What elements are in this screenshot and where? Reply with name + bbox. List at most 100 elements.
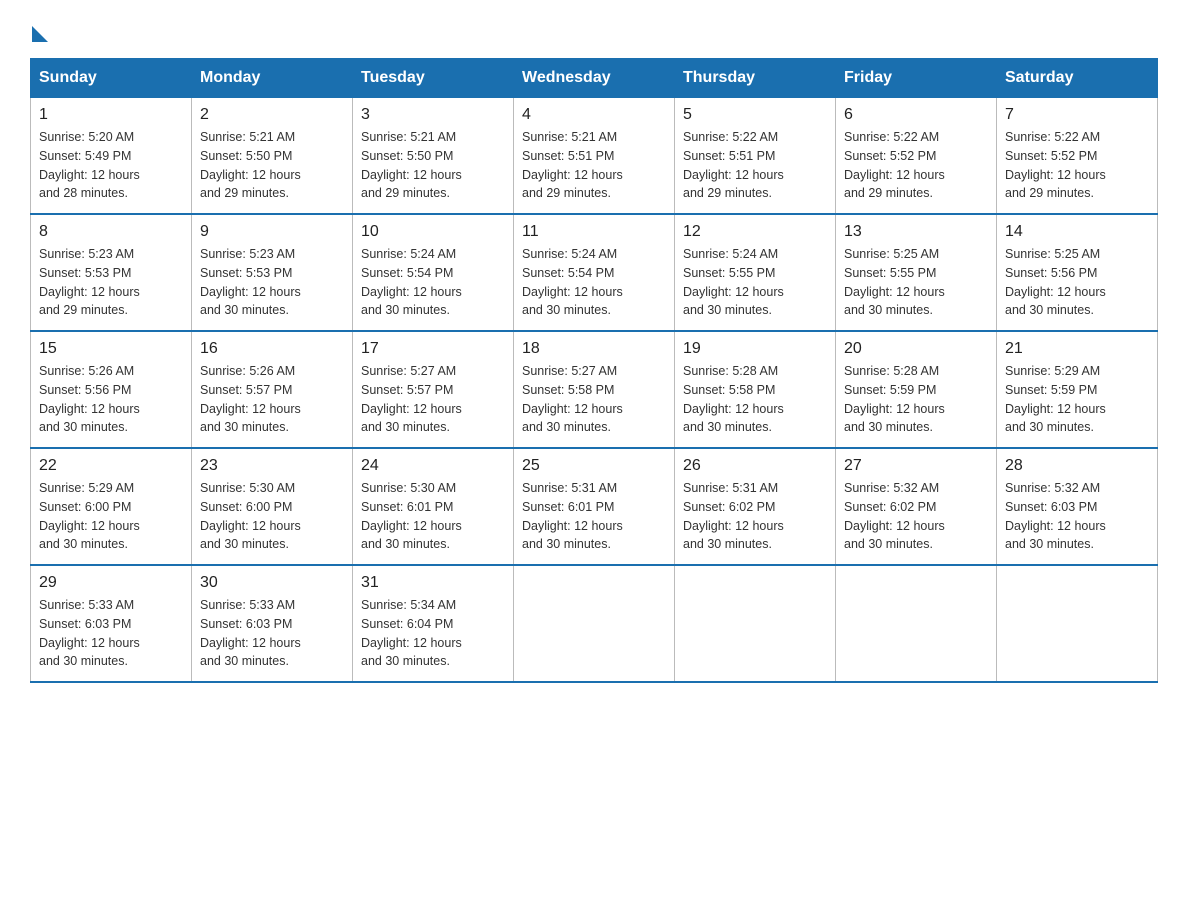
calendar-cell: 28 Sunrise: 5:32 AM Sunset: 6:03 PM Dayl… (997, 448, 1158, 565)
weekday-header-friday: Friday (836, 59, 997, 98)
day-number: 19 (683, 340, 827, 358)
day-info: Sunrise: 5:25 AM Sunset: 5:56 PM Dayligh… (1005, 245, 1149, 320)
day-info: Sunrise: 5:31 AM Sunset: 6:01 PM Dayligh… (522, 479, 666, 554)
calendar-cell: 12 Sunrise: 5:24 AM Sunset: 5:55 PM Dayl… (675, 214, 836, 331)
day-info: Sunrise: 5:20 AM Sunset: 5:49 PM Dayligh… (39, 128, 183, 203)
calendar-cell: 16 Sunrise: 5:26 AM Sunset: 5:57 PM Dayl… (192, 331, 353, 448)
day-number: 27 (844, 457, 988, 475)
day-number: 3 (361, 106, 505, 124)
day-info: Sunrise: 5:24 AM Sunset: 5:54 PM Dayligh… (522, 245, 666, 320)
day-number: 28 (1005, 457, 1149, 475)
day-info: Sunrise: 5:27 AM Sunset: 5:58 PM Dayligh… (522, 362, 666, 437)
day-number: 16 (200, 340, 344, 358)
day-number: 26 (683, 457, 827, 475)
weekday-header-thursday: Thursday (675, 59, 836, 98)
day-number: 11 (522, 223, 666, 241)
page-header (30, 20, 1158, 38)
day-info: Sunrise: 5:27 AM Sunset: 5:57 PM Dayligh… (361, 362, 505, 437)
logo-triangle-icon (32, 26, 48, 42)
day-info: Sunrise: 5:30 AM Sunset: 6:01 PM Dayligh… (361, 479, 505, 554)
calendar-cell (836, 565, 997, 682)
day-info: Sunrise: 5:29 AM Sunset: 5:59 PM Dayligh… (1005, 362, 1149, 437)
day-number: 12 (683, 223, 827, 241)
day-number: 15 (39, 340, 183, 358)
calendar-cell: 27 Sunrise: 5:32 AM Sunset: 6:02 PM Dayl… (836, 448, 997, 565)
day-number: 25 (522, 457, 666, 475)
calendar-body: 1 Sunrise: 5:20 AM Sunset: 5:49 PM Dayli… (31, 98, 1158, 683)
calendar-cell: 26 Sunrise: 5:31 AM Sunset: 6:02 PM Dayl… (675, 448, 836, 565)
calendar-cell: 2 Sunrise: 5:21 AM Sunset: 5:50 PM Dayli… (192, 98, 353, 215)
day-number: 6 (844, 106, 988, 124)
calendar-cell: 31 Sunrise: 5:34 AM Sunset: 6:04 PM Dayl… (353, 565, 514, 682)
weekday-header-monday: Monday (192, 59, 353, 98)
calendar-cell (675, 565, 836, 682)
day-info: Sunrise: 5:32 AM Sunset: 6:02 PM Dayligh… (844, 479, 988, 554)
calendar-cell: 3 Sunrise: 5:21 AM Sunset: 5:50 PM Dayli… (353, 98, 514, 215)
calendar-week-row: 15 Sunrise: 5:26 AM Sunset: 5:56 PM Dayl… (31, 331, 1158, 448)
day-number: 31 (361, 574, 505, 592)
logo (30, 20, 48, 38)
calendar-cell: 4 Sunrise: 5:21 AM Sunset: 5:51 PM Dayli… (514, 98, 675, 215)
calendar-cell: 1 Sunrise: 5:20 AM Sunset: 5:49 PM Dayli… (31, 98, 192, 215)
calendar-cell (514, 565, 675, 682)
calendar-cell: 17 Sunrise: 5:27 AM Sunset: 5:57 PM Dayl… (353, 331, 514, 448)
day-info: Sunrise: 5:24 AM Sunset: 5:54 PM Dayligh… (361, 245, 505, 320)
day-info: Sunrise: 5:33 AM Sunset: 6:03 PM Dayligh… (200, 596, 344, 671)
day-info: Sunrise: 5:22 AM Sunset: 5:51 PM Dayligh… (683, 128, 827, 203)
weekday-header-tuesday: Tuesday (353, 59, 514, 98)
day-info: Sunrise: 5:29 AM Sunset: 6:00 PM Dayligh… (39, 479, 183, 554)
weekday-header-wednesday: Wednesday (514, 59, 675, 98)
day-number: 2 (200, 106, 344, 124)
calendar-table: SundayMondayTuesdayWednesdayThursdayFrid… (30, 58, 1158, 683)
day-number: 4 (522, 106, 666, 124)
calendar-cell: 8 Sunrise: 5:23 AM Sunset: 5:53 PM Dayli… (31, 214, 192, 331)
day-info: Sunrise: 5:30 AM Sunset: 6:00 PM Dayligh… (200, 479, 344, 554)
calendar-cell: 29 Sunrise: 5:33 AM Sunset: 6:03 PM Dayl… (31, 565, 192, 682)
day-number: 5 (683, 106, 827, 124)
day-number: 24 (361, 457, 505, 475)
day-info: Sunrise: 5:33 AM Sunset: 6:03 PM Dayligh… (39, 596, 183, 671)
day-number: 17 (361, 340, 505, 358)
day-number: 30 (200, 574, 344, 592)
weekday-header-saturday: Saturday (997, 59, 1158, 98)
day-number: 21 (1005, 340, 1149, 358)
day-number: 10 (361, 223, 505, 241)
day-number: 13 (844, 223, 988, 241)
day-info: Sunrise: 5:26 AM Sunset: 5:56 PM Dayligh… (39, 362, 183, 437)
day-info: Sunrise: 5:25 AM Sunset: 5:55 PM Dayligh… (844, 245, 988, 320)
calendar-header-row: SundayMondayTuesdayWednesdayThursdayFrid… (31, 59, 1158, 98)
day-number: 9 (200, 223, 344, 241)
day-info: Sunrise: 5:28 AM Sunset: 5:58 PM Dayligh… (683, 362, 827, 437)
calendar-cell: 15 Sunrise: 5:26 AM Sunset: 5:56 PM Dayl… (31, 331, 192, 448)
calendar-cell: 9 Sunrise: 5:23 AM Sunset: 5:53 PM Dayli… (192, 214, 353, 331)
day-number: 20 (844, 340, 988, 358)
day-info: Sunrise: 5:34 AM Sunset: 6:04 PM Dayligh… (361, 596, 505, 671)
day-info: Sunrise: 5:22 AM Sunset: 5:52 PM Dayligh… (1005, 128, 1149, 203)
day-info: Sunrise: 5:26 AM Sunset: 5:57 PM Dayligh… (200, 362, 344, 437)
weekday-header-sunday: Sunday (31, 59, 192, 98)
day-number: 1 (39, 106, 183, 124)
day-info: Sunrise: 5:22 AM Sunset: 5:52 PM Dayligh… (844, 128, 988, 203)
day-number: 22 (39, 457, 183, 475)
day-info: Sunrise: 5:24 AM Sunset: 5:55 PM Dayligh… (683, 245, 827, 320)
day-info: Sunrise: 5:23 AM Sunset: 5:53 PM Dayligh… (200, 245, 344, 320)
calendar-cell: 21 Sunrise: 5:29 AM Sunset: 5:59 PM Dayl… (997, 331, 1158, 448)
calendar-cell: 20 Sunrise: 5:28 AM Sunset: 5:59 PM Dayl… (836, 331, 997, 448)
calendar-cell: 11 Sunrise: 5:24 AM Sunset: 5:54 PM Dayl… (514, 214, 675, 331)
day-info: Sunrise: 5:23 AM Sunset: 5:53 PM Dayligh… (39, 245, 183, 320)
calendar-cell: 23 Sunrise: 5:30 AM Sunset: 6:00 PM Dayl… (192, 448, 353, 565)
day-info: Sunrise: 5:21 AM Sunset: 5:51 PM Dayligh… (522, 128, 666, 203)
calendar-week-row: 8 Sunrise: 5:23 AM Sunset: 5:53 PM Dayli… (31, 214, 1158, 331)
day-info: Sunrise: 5:21 AM Sunset: 5:50 PM Dayligh… (361, 128, 505, 203)
day-number: 23 (200, 457, 344, 475)
calendar-cell (997, 565, 1158, 682)
calendar-week-row: 22 Sunrise: 5:29 AM Sunset: 6:00 PM Dayl… (31, 448, 1158, 565)
calendar-cell: 6 Sunrise: 5:22 AM Sunset: 5:52 PM Dayli… (836, 98, 997, 215)
day-info: Sunrise: 5:28 AM Sunset: 5:59 PM Dayligh… (844, 362, 988, 437)
day-number: 7 (1005, 106, 1149, 124)
calendar-cell: 30 Sunrise: 5:33 AM Sunset: 6:03 PM Dayl… (192, 565, 353, 682)
calendar-cell: 22 Sunrise: 5:29 AM Sunset: 6:00 PM Dayl… (31, 448, 192, 565)
calendar-cell: 13 Sunrise: 5:25 AM Sunset: 5:55 PM Dayl… (836, 214, 997, 331)
calendar-cell: 19 Sunrise: 5:28 AM Sunset: 5:58 PM Dayl… (675, 331, 836, 448)
day-number: 14 (1005, 223, 1149, 241)
